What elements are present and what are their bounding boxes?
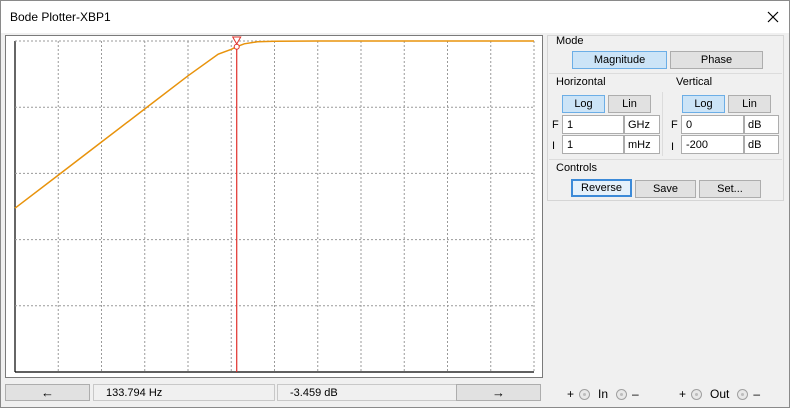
out-minus-terminal[interactable]	[737, 388, 749, 400]
bode-plot-canvas	[14, 36, 535, 373]
bode-plotter-window: Bode Plotter-XBP1 ← 133.794 Hz -3.459 dB…	[0, 0, 790, 408]
cursor-right-button[interactable]: →	[456, 384, 541, 401]
horizontal-label: Horizontal	[556, 76, 606, 88]
out-label: Out	[710, 387, 730, 401]
vertical-label: Vertical	[676, 76, 713, 88]
horizontal-final-input[interactable]: 1	[562, 115, 624, 134]
vertical-final-label: F	[671, 119, 678, 131]
vertical-initial-label: I	[671, 141, 675, 153]
horizontal-final-value: 1	[567, 118, 574, 131]
horizontal-initial-unit-value: mHz	[628, 138, 651, 151]
vertical-log-label: Log	[694, 98, 713, 110]
title-bar: Bode Plotter-XBP1	[1, 1, 789, 33]
reverse-button[interactable]: Reverse	[571, 179, 632, 197]
in-label: In	[598, 387, 609, 401]
vertical-log-button[interactable]: Log	[682, 95, 725, 113]
save-button[interactable]: Save	[635, 180, 696, 198]
set-button[interactable]: Set...	[699, 180, 761, 198]
horizontal-log-button[interactable]: Log	[562, 95, 605, 113]
group-divider	[662, 92, 663, 156]
out-minus-label: –	[753, 387, 761, 401]
frequency-readout: 133.794 Hz	[93, 384, 275, 401]
in-minus-label: –	[632, 387, 639, 401]
cursor-marker	[233, 43, 240, 50]
vertical-final-unit[interactable]: dB	[744, 115, 779, 134]
magnitude-value: -3.459 dB	[290, 386, 338, 399]
close-icon[interactable]	[757, 1, 789, 33]
vertical-initial-unit[interactable]: dB	[744, 135, 779, 154]
in-plus-label: +	[567, 387, 575, 401]
phase-button[interactable]: Phase	[670, 51, 763, 69]
separator	[549, 73, 782, 74]
out-plus-label: +	[679, 387, 687, 401]
set-button-label: Set...	[717, 183, 743, 195]
horizontal-lin-button[interactable]: Lin	[608, 95, 651, 113]
frequency-value: 133.794 Hz	[106, 386, 163, 399]
reverse-button-label: Reverse	[581, 182, 622, 194]
horizontal-final-unit[interactable]: GHz	[624, 115, 660, 134]
right-arrow-icon: →	[492, 385, 505, 400]
magnitude-button-label: Magnitude	[593, 54, 646, 66]
horizontal-initial-value: 1	[567, 138, 574, 151]
magnitude-readout: -3.459 dB	[277, 384, 457, 401]
vertical-lin-button[interactable]: Lin	[728, 95, 771, 113]
input-terminals: + In –	[567, 387, 639, 401]
horizontal-log-label: Log	[574, 98, 593, 110]
vertical-initial-value: -200	[686, 138, 709, 151]
vertical-final-value: 0	[686, 118, 693, 131]
horizontal-initial-label: I	[552, 140, 556, 152]
left-arrow-icon: ←	[41, 385, 54, 400]
separator	[549, 159, 782, 160]
vertical-final-unit-value: dB	[748, 118, 762, 131]
out-plus-terminal[interactable]	[691, 388, 703, 400]
vertical-initial-input[interactable]: -200	[681, 135, 744, 154]
horizontal-initial-unit[interactable]: mHz	[624, 135, 660, 154]
phase-button-label: Phase	[700, 54, 733, 66]
window-title: Bode Plotter-XBP1	[10, 10, 111, 24]
horizontal-final-label: F	[552, 119, 559, 131]
vertical-initial-unit-value: dB	[748, 138, 762, 151]
bode-plot[interactable]	[5, 35, 543, 378]
cursor-left-button[interactable]: ←	[5, 384, 90, 401]
output-terminals: + Out –	[679, 387, 760, 401]
horizontal-initial-input[interactable]: 1	[562, 135, 624, 154]
magnitude-button[interactable]: Magnitude	[572, 51, 667, 69]
mode-label: Mode	[556, 35, 584, 47]
readout-bar: ← 133.794 Hz -3.459 dB →	[5, 384, 543, 401]
vertical-lin-label: Lin	[742, 98, 757, 110]
in-plus-terminal[interactable]	[579, 388, 591, 400]
horizontal-final-unit-value: GHz	[628, 118, 650, 131]
controls-label: Controls	[556, 162, 597, 174]
vertical-final-input[interactable]: 0	[681, 115, 744, 134]
save-button-label: Save	[652, 183, 679, 195]
in-minus-terminal[interactable]	[616, 388, 628, 400]
horizontal-lin-label: Lin	[622, 98, 637, 110]
